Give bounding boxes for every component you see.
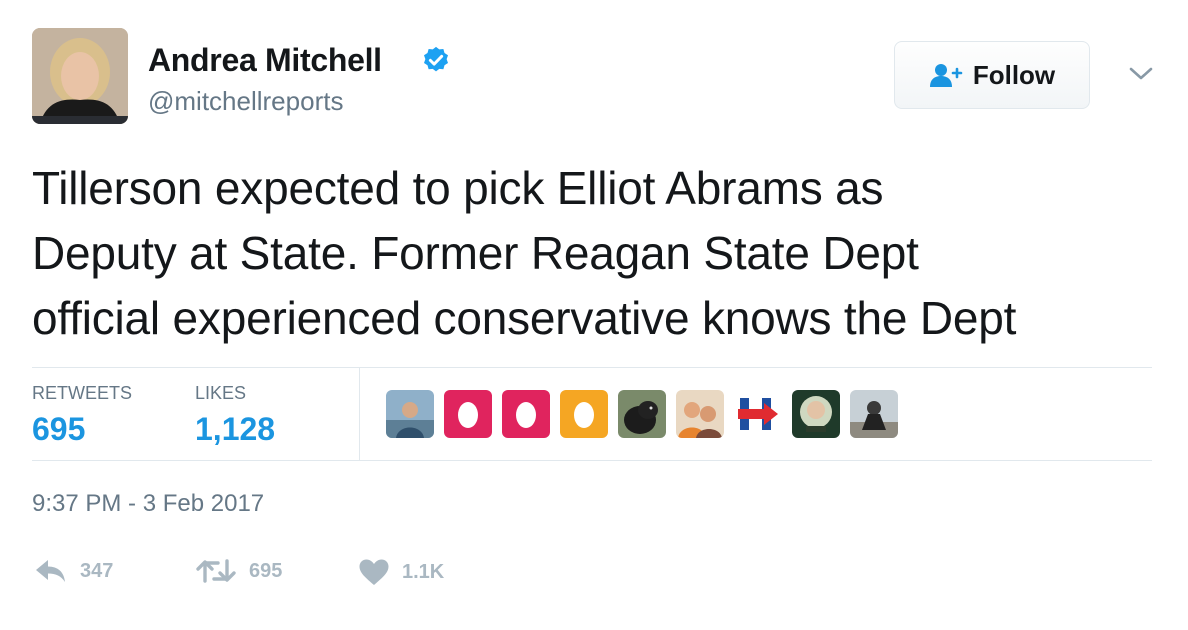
retweets-count[interactable]: 695 bbox=[32, 411, 85, 448]
couple-photo-icon bbox=[676, 390, 724, 438]
liker-avatar[interactable] bbox=[444, 390, 492, 438]
h-logo-avatar-icon bbox=[734, 390, 782, 438]
add-user-icon bbox=[929, 64, 963, 87]
tweet-timestamp[interactable]: 9:37 PM - 3 Feb 2017 bbox=[32, 490, 264, 518]
author-display-name[interactable]: Andrea Mitchell bbox=[148, 42, 382, 79]
follow-button[interactable]: Follow bbox=[894, 41, 1090, 109]
liker-avatar[interactable] bbox=[502, 390, 550, 438]
retweets-label[interactable]: RETWEETS bbox=[32, 383, 132, 404]
liker-avatar[interactable] bbox=[560, 390, 608, 438]
reply-count: 347 bbox=[80, 559, 114, 582]
follow-button-label: Follow bbox=[972, 59, 1056, 90]
liker-avatar[interactable] bbox=[676, 390, 724, 438]
divider bbox=[32, 367, 1152, 368]
user-photo-icon bbox=[386, 390, 434, 438]
likers-list bbox=[386, 390, 898, 438]
tweet-text: Tillerson expected to pick Elliot Abrams… bbox=[32, 156, 1162, 351]
liker-avatar[interactable] bbox=[618, 390, 666, 438]
retweet-count: 695 bbox=[249, 559, 283, 582]
tweet-line: Deputy at State. Former Reagan State Dep… bbox=[32, 227, 919, 279]
divider bbox=[32, 460, 1152, 461]
likes-label[interactable]: LIKES bbox=[195, 383, 246, 404]
default-egg-avatar-icon bbox=[502, 390, 550, 438]
liker-avatar[interactable] bbox=[792, 390, 840, 438]
liker-avatar[interactable] bbox=[386, 390, 434, 438]
heart-icon bbox=[359, 559, 389, 585]
chevron-down-icon[interactable] bbox=[1128, 64, 1154, 84]
reply-icon bbox=[36, 560, 65, 582]
default-egg-avatar-icon bbox=[560, 390, 608, 438]
retweet-icon bbox=[196, 559, 236, 583]
tweet-line: official experienced conservative knows … bbox=[32, 292, 1017, 344]
like-count: 1.1K bbox=[402, 560, 445, 583]
verified-badge-icon bbox=[424, 46, 448, 72]
default-egg-avatar-icon bbox=[444, 390, 492, 438]
tweet-line: Tillerson expected to pick Elliot Abrams… bbox=[32, 162, 884, 214]
like-button[interactable]: 1.1K bbox=[358, 558, 444, 586]
stats-divider bbox=[359, 368, 360, 460]
reply-button[interactable]: 347 bbox=[34, 558, 113, 584]
user-photo-icon bbox=[792, 390, 840, 438]
author-handle[interactable]: @mitchellreports bbox=[148, 86, 343, 117]
retweet-button[interactable]: 695 bbox=[195, 558, 282, 584]
liker-avatar[interactable] bbox=[734, 390, 782, 438]
likes-count[interactable]: 1,128 bbox=[195, 411, 275, 448]
user-photo-icon bbox=[850, 390, 898, 438]
dog-photo-icon bbox=[618, 390, 666, 438]
liker-avatar[interactable] bbox=[850, 390, 898, 438]
author-avatar[interactable] bbox=[32, 28, 128, 124]
